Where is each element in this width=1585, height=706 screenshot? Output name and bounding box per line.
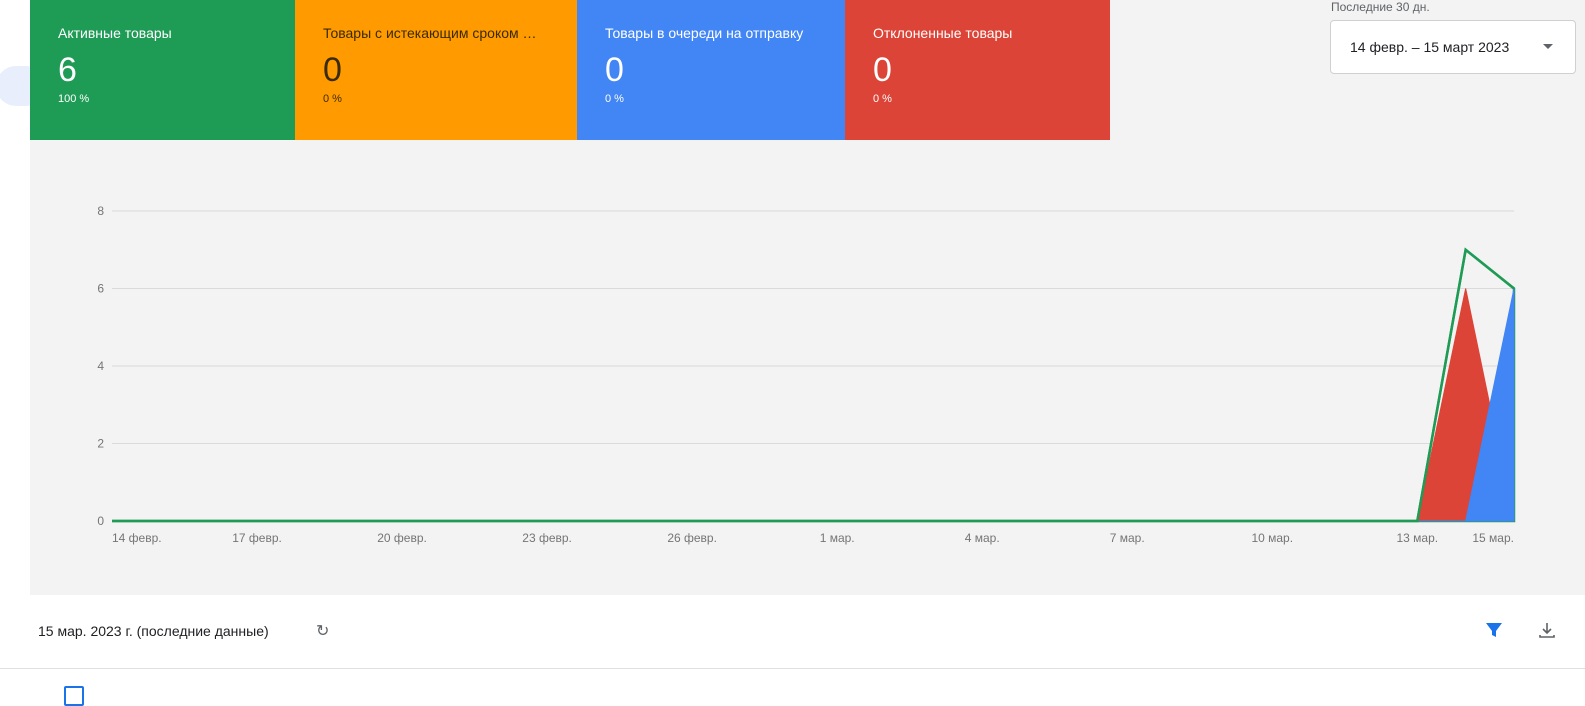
period-label: Последние 30 дн. [1331, 0, 1430, 14]
x-tick-label: 26 февр. [667, 531, 717, 545]
card-label: Товары в очереди на отправку [605, 25, 804, 41]
card-value: 0 [873, 51, 892, 89]
x-tick-label: 20 февр. [377, 531, 427, 545]
card-active-items[interactable]: Активные товары 6 100 % [30, 0, 295, 140]
date-range-select[interactable]: 14 февр. – 15 март 2023 [1330, 20, 1576, 74]
series-line-0 [112, 247, 1515, 523]
table-toolbar: 15 мар. 2023 г. (последние данные) ↻ [0, 596, 1585, 669]
card-value: 0 [323, 51, 342, 89]
y-tick-label: 2 [97, 437, 104, 451]
download-icon[interactable] [1537, 620, 1557, 645]
y-tick-label: 8 [97, 204, 104, 218]
card-percent: 0 % [873, 93, 892, 105]
dropdown-arrow-icon [1543, 44, 1553, 49]
card-percent: 0 % [323, 93, 342, 105]
series-area-0 [112, 247, 1516, 523]
x-tick-label: 13 мар. [1396, 531, 1438, 545]
date-range-value: 14 февр. – 15 март 2023 [1350, 39, 1510, 55]
card-percent: 0 % [605, 93, 624, 105]
x-tick-label: 23 февр. [522, 531, 572, 545]
card-expiring-items[interactable]: Товары с истекающим сроком … 0 0 % [295, 0, 577, 140]
card-label: Отклоненные товары [873, 25, 1013, 41]
card-value: 6 [58, 51, 77, 89]
x-tick-label: 14 февр. [112, 531, 162, 545]
y-tick-label: 0 [97, 514, 104, 528]
series-area-2 [112, 288, 1515, 522]
card-label: Активные товары [58, 25, 172, 41]
x-tick-label: 15 мар. [1472, 531, 1514, 545]
refresh-icon[interactable]: ↻ [316, 621, 329, 641]
card-percent: 100 % [58, 93, 90, 105]
select-all-checkbox[interactable] [64, 686, 84, 706]
card-pending-items[interactable]: Товары в очереди на отправку 0 0 % [577, 0, 845, 140]
items-chart: 0 2 4 6 8 14 февр. 17 февр. 20 февр. 23 февр. 26… [97, 204, 1516, 545]
y-tick-label: 4 [97, 359, 104, 373]
card-disapproved-items[interactable]: Отклоненные товары 0 0 % [845, 0, 1110, 140]
filter-icon[interactable] [1484, 620, 1504, 645]
y-tick-label: 6 [97, 282, 104, 296]
x-tick-label: 10 мар. [1251, 531, 1293, 545]
data-date-label: 15 мар. 2023 г. (последние данные) [38, 623, 269, 639]
x-tick-label: 17 февр. [232, 531, 282, 545]
card-label: Товары с истекающим сроком … [323, 25, 537, 41]
x-tick-label: 1 мар. [820, 531, 855, 545]
x-tick-label: 4 мар. [965, 531, 1000, 545]
series-area-1 [112, 288, 1515, 522]
x-tick-label: 7 мар. [1110, 531, 1145, 545]
card-value: 0 [605, 51, 624, 89]
table-header-row [0, 670, 1585, 706]
